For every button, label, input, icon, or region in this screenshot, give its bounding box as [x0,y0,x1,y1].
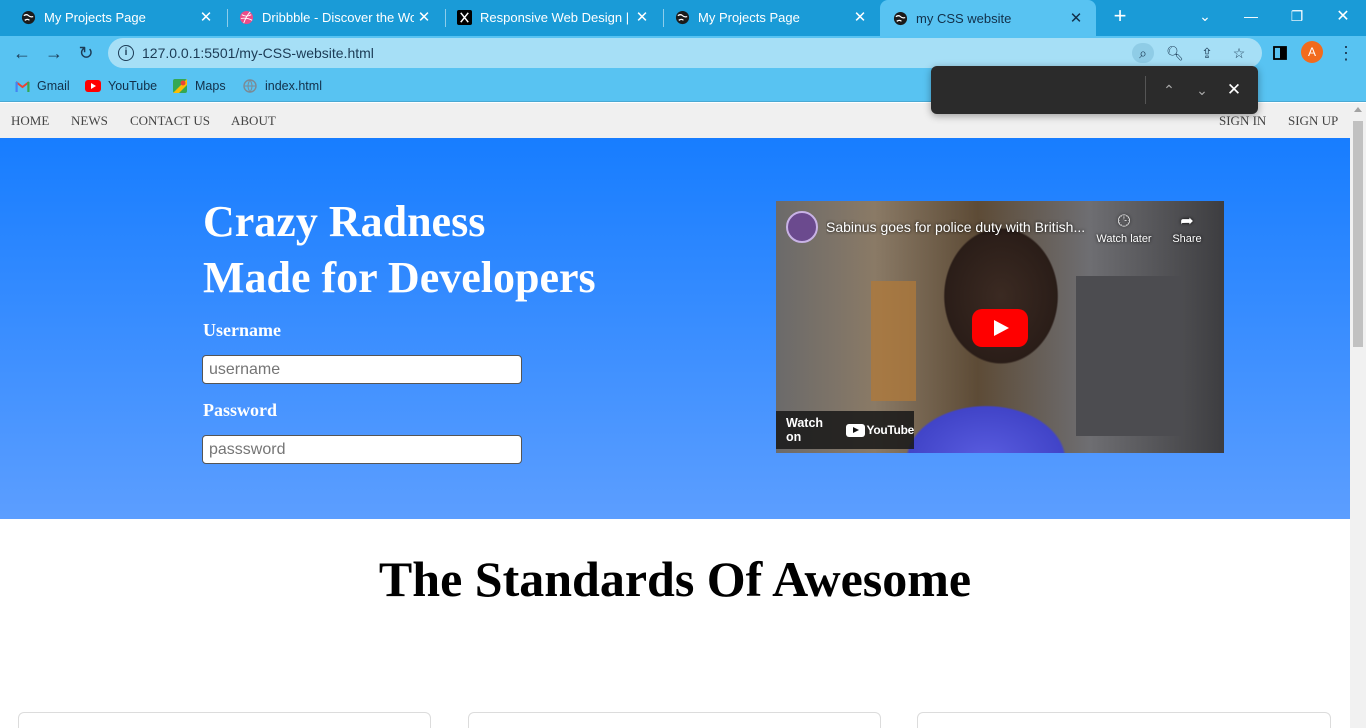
tab-3[interactable]: Responsive Web Design | We ✕ [436,0,662,34]
nav-about[interactable]: ABOUT [231,113,276,129]
dribbble-icon [238,9,254,25]
share-label: Share [1172,233,1202,245]
close-icon[interactable]: ✕ [632,8,652,26]
close-icon[interactable]: ✕ [850,8,870,26]
globe-icon [20,9,36,25]
url-text[interactable]: 127.0.0.1:5501/my-CSS-website.html [142,45,374,61]
username-input[interactable] [202,355,522,384]
back-button[interactable]: ← [10,41,34,65]
hero-section: Crazy Radness Made for Developers Userna… [0,138,1350,519]
close-window-button[interactable]: ✕ [1320,0,1366,32]
share-arrow-icon: ➦ [1180,213,1194,230]
hero-title-line-2: Made for Developers [203,253,596,302]
username-label: Username [203,320,281,340]
reload-button[interactable]: ↻ [74,41,98,65]
find-bar: ⌃ ⌄ ✕ [931,66,1258,114]
password-input[interactable] [202,435,522,464]
youtube-embed[interactable]: Sabinus goes for police duty with Britis… [776,201,1224,453]
youtube-wordmark: YouTube [866,423,915,437]
channel-avatar[interactable] [786,211,818,243]
clock-icon: 🕒︎ [1117,213,1131,230]
feature-card [18,712,431,728]
watch-later-button[interactable]: 🕒︎ Watch later [1094,211,1154,245]
bookmark-label: index.html [265,79,322,93]
maps-icon [172,79,188,93]
profile-avatar[interactable]: A [1301,41,1323,63]
nav-sign-up[interactable]: SIGN UP [1288,113,1338,129]
watch-later-label: Watch later [1096,233,1152,245]
close-icon[interactable]: ✕ [196,8,216,26]
video-background-cabinet [1076,276,1181,436]
password-label: Password [203,400,278,420]
forward-button[interactable]: → [42,41,66,65]
youtube-icon [85,79,101,93]
tab-5-active[interactable]: my CSS website ✕ [880,0,1096,36]
globe-icon [892,10,908,26]
page-scrollbar[interactable] [1350,103,1366,728]
section-title: The Standards Of Awesome [378,551,972,607]
play-button[interactable] [972,309,1028,347]
bookmark-label: Gmail [37,79,70,93]
nav-home[interactable]: HOME [11,113,49,129]
find-next-icon[interactable]: ⌄ [1190,78,1214,102]
tab-search-button[interactable]: ⌄ [1182,0,1228,32]
find-in-page-icon[interactable]: ⌕ [1132,43,1154,63]
feature-card [917,712,1331,728]
tab-2[interactable]: Dribbble - Discover the World ✕ [218,0,444,34]
watch-on-label: Watch on [786,416,824,444]
youtube-logo: YouTube [845,423,915,437]
tab-4[interactable]: My Projects Page ✕ [654,0,880,34]
nav-contact-us[interactable]: CONTACT US [130,113,210,129]
tab-title: my CSS website [916,10,1012,26]
page-viewport: HOME NEWS CONTACT US ABOUT SIGN IN SIGN … [0,103,1350,728]
nav-sign-in[interactable]: SIGN IN [1219,113,1266,129]
globe-icon [674,9,690,25]
find-close-icon[interactable]: ✕ [1222,78,1246,102]
new-tab-button[interactable]: + [1108,5,1132,29]
address-bar[interactable]: i 127.0.0.1:5501/my-CSS-website.html ⌕ 🔍… [108,38,1262,68]
close-icon[interactable]: ✕ [414,8,434,26]
bookmark-star-icon[interactable]: ☆ [1228,43,1250,63]
nav-news[interactable]: NEWS [71,113,108,129]
hero-title-line-1: Crazy Radness [203,197,486,246]
restore-button[interactable]: ❐ [1274,0,1320,32]
bookmark-label: YouTube [108,79,158,93]
zoom-icon[interactable]: 🔍︎ [1164,43,1186,63]
site-info-icon[interactable]: i [118,45,134,61]
video-background-door [871,281,916,401]
gmail-icon [14,79,30,93]
hero-title: Crazy Radness Made for Developers [203,194,596,306]
bookmark-label: Maps [195,79,226,93]
minimize-button[interactable]: — [1228,0,1274,32]
find-previous-icon[interactable]: ⌃ [1157,78,1181,102]
bookmark-gmail[interactable]: Gmail [14,77,70,95]
tab-title: Dribbble - Discover the World [262,9,414,25]
feature-card [468,712,881,728]
bookmark-youtube[interactable]: YouTube [85,77,157,95]
menu-icon[interactable]: ⋮ [1334,41,1358,65]
video-title[interactable]: Sabinus goes for police duty with Britis… [826,219,1091,235]
watch-on-youtube-button[interactable]: Watch on YouTube [776,411,914,449]
bookmark-index[interactable]: index.html [242,77,322,95]
tab-strip: My Projects Page ✕ Dribbble - Discover t… [0,0,1366,36]
tab-title: My Projects Page [698,9,800,25]
globe-icon [242,79,258,93]
x-icon [456,9,472,25]
side-panel-icon[interactable] [1268,41,1292,65]
bookmark-maps[interactable]: Maps [172,77,226,95]
tab-1[interactable]: My Projects Page ✕ [0,0,226,34]
youtube-play-icon [845,423,865,437]
browser-toolbar: ← → ↻ i 127.0.0.1:5501/my-CSS-website.ht… [0,36,1366,70]
close-icon[interactable]: ✕ [1066,9,1086,27]
tab-title: My Projects Page [44,9,146,25]
share-button[interactable]: ➦ Share [1157,211,1217,245]
scrollbar-thumb[interactable] [1353,121,1363,347]
share-icon[interactable]: ⇪ [1196,43,1218,63]
scroll-up-arrow[interactable] [1354,107,1362,112]
tab-title: Responsive Web Design | We [480,9,632,25]
find-separator [1145,76,1146,104]
